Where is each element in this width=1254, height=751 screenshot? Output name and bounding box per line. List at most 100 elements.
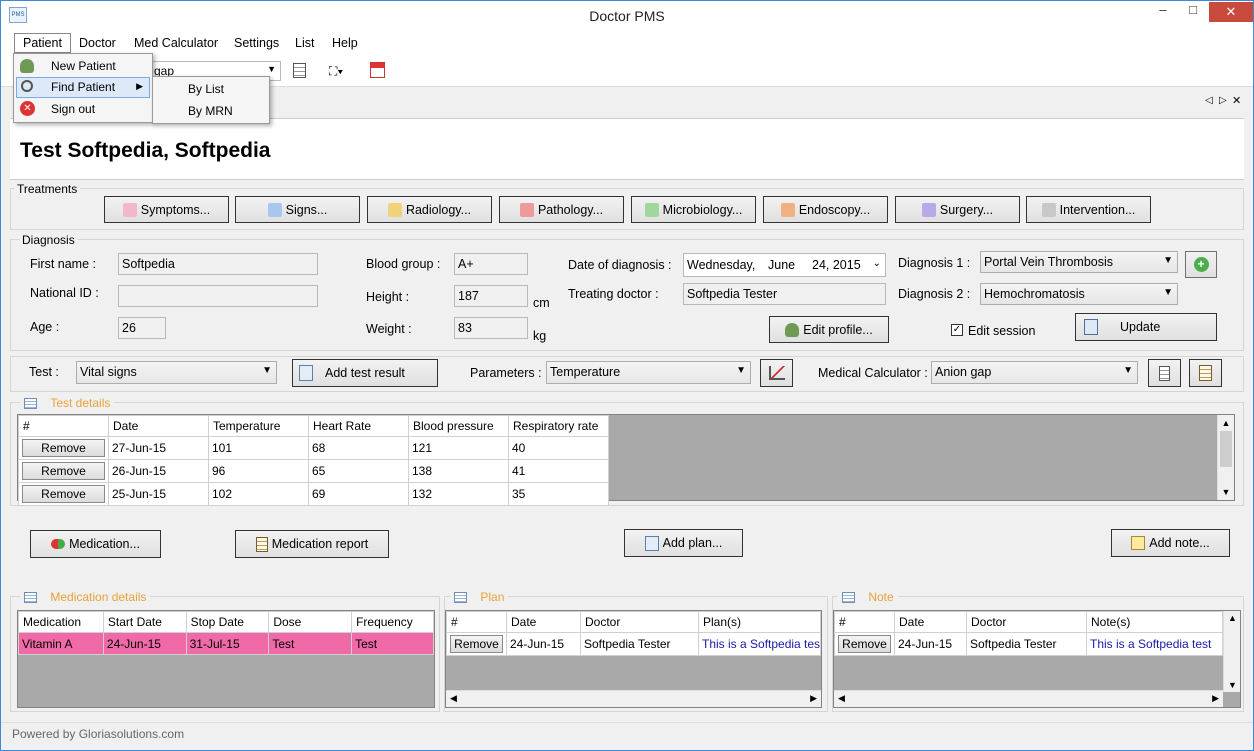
chart-button[interactable] (760, 359, 793, 387)
column-header[interactable]: Frequency (351, 611, 434, 633)
remove-button[interactable]: Remove (22, 462, 105, 480)
scroll-thumb[interactable] (1220, 431, 1232, 467)
column-header[interactable]: Doctor (966, 611, 1087, 633)
column-header[interactable]: Date (894, 611, 967, 633)
vertical-scrollbar[interactable]: ▲ ▼ (1217, 415, 1234, 500)
calculator-button[interactable] (1148, 359, 1181, 387)
radiology-label: Radiology... (405, 202, 472, 217)
update-button[interactable]: Update (1075, 313, 1217, 341)
menu-new-patient[interactable]: New Patient (16, 56, 150, 77)
horizontal-scrollbar[interactable]: ◀ ▶ (446, 690, 821, 707)
menu-help[interactable]: Help (324, 34, 366, 52)
scroll-up-icon[interactable]: ▲ (1218, 415, 1234, 431)
scroll-right-icon[interactable]: ▶ (1212, 693, 1219, 704)
column-header[interactable]: Doctor (580, 611, 699, 633)
title-bar: PMS Doctor PMS – □ ✕ (1, 1, 1253, 31)
height-field[interactable]: 187 (454, 285, 528, 307)
column-header[interactable]: Start Date (102, 611, 187, 633)
calculator-icon[interactable] (293, 63, 306, 78)
tab-nav-right-icon[interactable]: ▷ (1219, 95, 1227, 106)
weight-field[interactable]: 83 (454, 317, 528, 339)
scroll-right-icon[interactable]: ▶ (810, 693, 817, 704)
column-header[interactable]: Respiratory rate (508, 415, 609, 437)
scroll-up-icon[interactable]: ▲ (1228, 613, 1237, 623)
menu-patient[interactable]: Patient (14, 33, 71, 53)
remove-button[interactable]: Remove (22, 485, 105, 503)
vertical-scrollbar[interactable]: ▲ ▼ (1223, 611, 1240, 692)
menu-med-calculator[interactable]: Med Calculator (126, 34, 226, 52)
endoscopy-button[interactable]: Endoscopy... (763, 196, 888, 223)
tab-nav-left-icon[interactable]: ◁ (1205, 95, 1213, 106)
tag-icon (267, 202, 282, 217)
parameters-select[interactable]: Temperature ▼ (546, 361, 751, 384)
close-circle-icon: ✕ (20, 101, 35, 116)
add-plan-button[interactable]: Add plan... (624, 529, 743, 557)
minimize-button[interactable]: – (1149, 2, 1177, 24)
date-of-diagnosis-picker[interactable]: Wednesday, June 24, 2015 ⌄ (683, 253, 886, 277)
medication-report-button[interactable]: Medication report (235, 530, 389, 558)
tab-close-icon[interactable]: ✕ (1232, 94, 1241, 107)
signs-button[interactable]: Signs... (235, 196, 360, 223)
column-header[interactable]: # (18, 415, 109, 437)
column-header[interactable]: Date (108, 415, 209, 437)
test-select[interactable]: Vital signs ▼ (76, 361, 277, 384)
pathology-button[interactable]: Pathology... (499, 196, 624, 223)
first-name-field[interactable]: Softpedia (118, 253, 318, 275)
age-field[interactable]: 26 (118, 317, 166, 339)
column-header[interactable]: # (834, 611, 895, 633)
add-diagnosis-button[interactable]: + (1185, 251, 1217, 278)
intervention-button[interactable]: Intervention... (1026, 196, 1151, 223)
remove-button[interactable]: Remove (450, 635, 503, 653)
blood-group-field[interactable]: A+ (454, 253, 528, 275)
medical-calculator-select[interactable]: Anion gap ▼ (931, 361, 1138, 384)
maximize-button[interactable]: □ (1179, 2, 1207, 24)
column-header[interactable]: Note(s) (1086, 611, 1223, 633)
column-header[interactable]: Date (506, 611, 581, 633)
table-row[interactable]: Vitamin A 24-Jun-15 31-Jul-15 Test Test (18, 632, 434, 655)
surgery-button[interactable]: Surgery... (895, 196, 1020, 223)
column-header[interactable]: Plan(s) (698, 611, 821, 633)
diagnosis-2-select[interactable]: Hemochromatosis ▼ (980, 283, 1178, 305)
scroll-down-icon[interactable]: ▼ (1218, 484, 1234, 500)
note-title: Note (868, 590, 894, 604)
scroll-left-icon[interactable]: ◀ (450, 693, 457, 704)
medication-button[interactable]: Medication... (30, 530, 161, 558)
menu-list[interactable]: List (287, 34, 322, 52)
column-header[interactable]: Temperature (208, 415, 309, 437)
scroll-left-icon[interactable]: ◀ (838, 693, 845, 704)
radiology-button[interactable]: Radiology... (367, 196, 492, 223)
tag-icon (644, 202, 659, 217)
remove-button[interactable]: Remove (838, 635, 891, 653)
calendar-icon[interactable] (370, 62, 385, 78)
add-test-result-button[interactable]: Add test result (292, 359, 438, 387)
column-header[interactable]: Blood pressure (408, 415, 509, 437)
add-note-button[interactable]: Add note... (1111, 529, 1230, 557)
horizontal-scrollbar[interactable]: ◀ ▶ (834, 690, 1223, 707)
menu-find-patient[interactable]: Find Patient ▶ (16, 77, 150, 98)
menu-by-mrn[interactable]: By MRN (188, 104, 233, 118)
binoculars-icon[interactable]: ⛶▾ (329, 64, 345, 78)
national-id-field[interactable] (118, 285, 318, 307)
symptoms-button[interactable]: Symptoms... (104, 196, 229, 223)
treating-doctor-field[interactable]: Softpedia Tester (683, 283, 886, 305)
column-header[interactable]: Heart Rate (308, 415, 409, 437)
menu-by-list[interactable]: By List (188, 82, 224, 96)
microbiology-button[interactable]: Microbiology... (631, 196, 756, 223)
close-button[interactable]: ✕ (1209, 2, 1253, 22)
remove-button[interactable]: Remove (22, 439, 105, 457)
tag-icon (780, 202, 795, 217)
menu-doctor[interactable]: Doctor (71, 34, 124, 52)
column-header[interactable]: Dose (268, 611, 353, 633)
diagnosis-1-select[interactable]: Portal Vein Thrombosis ▼ (980, 251, 1178, 273)
scroll-down-icon[interactable]: ▼ (1228, 680, 1237, 690)
menu-settings[interactable]: Settings (226, 34, 287, 52)
column-header[interactable]: Stop Date (185, 611, 270, 633)
edit-session-checkbox[interactable]: ✓ (951, 324, 963, 336)
menu-sign-out[interactable]: ✕ Sign out (16, 99, 150, 120)
plan-table: # Date Doctor Plan(s) Remove 24-Jun-15 S… (446, 611, 821, 656)
table-cell: 102 (208, 482, 309, 506)
column-header[interactable]: Medication (18, 611, 104, 633)
edit-profile-button[interactable]: Edit profile... (769, 316, 889, 343)
report-button[interactable] (1189, 359, 1222, 387)
column-header[interactable]: # (446, 611, 507, 633)
